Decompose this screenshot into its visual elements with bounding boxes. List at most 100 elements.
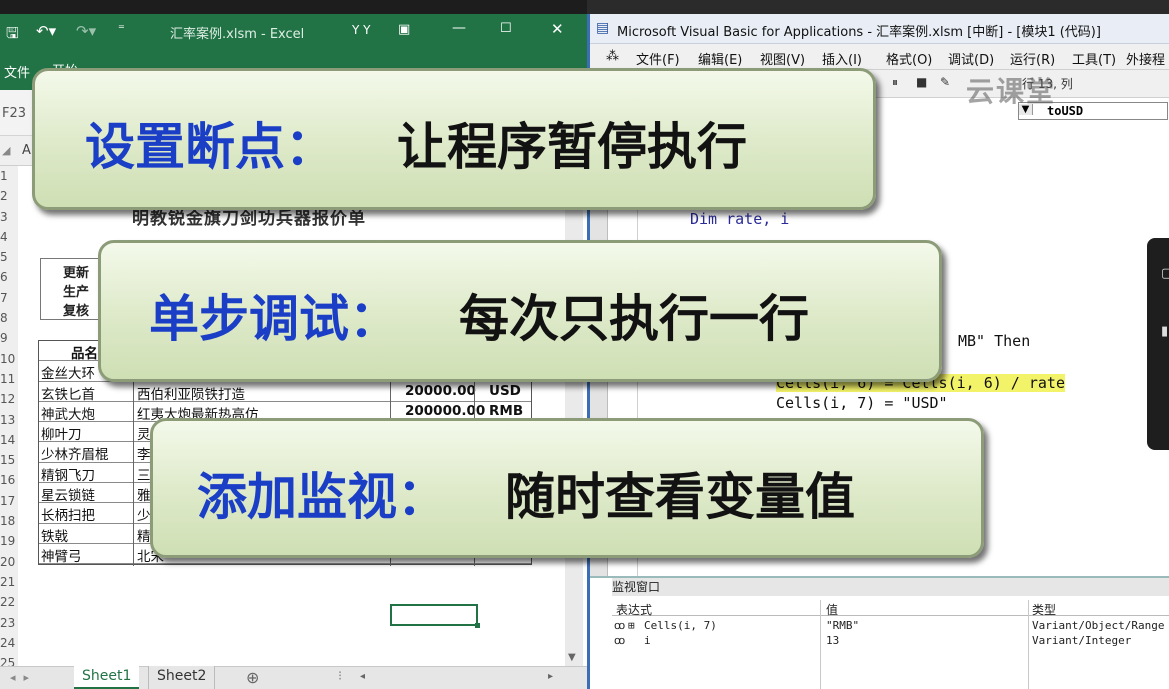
table-cell-desc[interactable]: 雅 (137, 484, 151, 504)
row-number[interactable]: 5 (0, 247, 18, 268)
table-cell-name[interactable]: 神武大炮 (41, 403, 95, 423)
row-number[interactable]: 1 (0, 166, 18, 187)
table-cell-name[interactable]: 玄铁匕首 (41, 383, 95, 403)
table-cell-name[interactable]: 柳叶刀 (41, 423, 82, 443)
tab-file[interactable]: 文件 (4, 62, 30, 81)
table-cell-desc[interactable]: 三 (137, 464, 151, 484)
hscroll-left-icon[interactable]: ◂ (360, 671, 365, 682)
watch-value: 13 (826, 634, 840, 647)
table-cell-name[interactable]: 星云锁链 (41, 484, 95, 504)
row-number[interactable]: 12 (0, 389, 18, 410)
minimize-icon[interactable]: — (452, 20, 466, 36)
vba-menu-item[interactable]: 调试(D) (948, 49, 994, 68)
ribbon-display-options-icon[interactable]: ▣ (398, 22, 410, 37)
table-cell-name[interactable]: 金丝大环 (41, 362, 95, 382)
table-cell-desc[interactable]: 灵 (137, 423, 151, 443)
row-number[interactable]: 11 (0, 368, 18, 390)
expand-plus-icon[interactable]: ⊞ (628, 619, 635, 632)
row-number[interactable]: 20 (0, 551, 18, 572)
table-row[interactable]: 玄铁匕首 西伯利亚陨铁打造 20000.00 USD (39, 382, 531, 403)
pause-icon[interactable]: ⏸ (892, 75, 898, 90)
row-number[interactable]: 19 (0, 531, 18, 552)
row-number[interactable]: 6 (0, 267, 18, 288)
stop-icon[interactable]: ■ (916, 75, 927, 89)
watch-value: "RMB" (826, 619, 860, 632)
table-cell-cur[interactable]: RMB (489, 403, 523, 419)
table-cell-name[interactable]: 精钢飞刀 (41, 464, 95, 484)
row-number[interactable]: 16 (0, 470, 18, 491)
table-cell-desc[interactable]: 李 (137, 443, 151, 463)
sheet-nav-arrows-icon[interactable]: ◂▸ (10, 671, 37, 684)
row-number[interactable]: 18 (0, 511, 18, 532)
row-number[interactable]: 8 (0, 308, 18, 329)
redo-icon[interactable]: ↷▾ (76, 22, 96, 40)
vba-menu-item[interactable]: 文件(F) (636, 49, 680, 68)
hscroll-right-icon[interactable]: ▸ (548, 671, 553, 682)
side-floating-panel[interactable]: ▢ ▮ (1147, 238, 1169, 450)
vba-menu-item[interactable]: 工具(T) (1072, 49, 1116, 68)
undo-icon[interactable]: ↶▾ (36, 22, 56, 40)
row-number[interactable]: 9 (0, 328, 18, 349)
watch-row[interactable]: ꝏ i 13 Variant/Integer (612, 633, 1169, 648)
table-cell-price[interactable]: 20000.00 (405, 383, 476, 399)
row-number[interactable]: 13 (0, 409, 18, 430)
watch-col-type[interactable]: 类型 (1032, 601, 1056, 618)
table-cell-name[interactable]: 少林齐眉棍 (41, 443, 109, 463)
table-cell-name[interactable]: 长柄扫把 (41, 504, 95, 524)
row-number[interactable]: 21 (0, 571, 18, 593)
row-number[interactable]: 23 (0, 612, 18, 633)
quick-access-dropdown-icon[interactable]: ⁼ (118, 22, 125, 37)
save-icon[interactable]: 🖫 (6, 23, 19, 48)
user-name[interactable]: Y Y (352, 23, 370, 37)
name-box[interactable]: F23 (0, 106, 26, 121)
row-number[interactable]: 4 (0, 226, 18, 248)
scroll-down-icon[interactable]: ▼ (568, 652, 576, 663)
row-number[interactable]: 10 (0, 348, 18, 369)
watch-col-expression[interactable]: 表达式 (616, 601, 652, 618)
table-cell-desc[interactable]: 精 (137, 525, 151, 545)
callout-step-debug: 单步调试： 每次只执行一行 (98, 240, 942, 382)
tab-sheet2[interactable]: Sheet2 (148, 666, 216, 689)
close-icon[interactable]: ✕ (551, 20, 564, 38)
design-mode-icon[interactable]: ✎ (940, 75, 950, 89)
table-cell-name[interactable]: 神臂弓 (41, 545, 82, 565)
vba-menu-item[interactable]: 外接程 (1126, 49, 1165, 68)
table-cell-cur[interactable]: USD (489, 383, 521, 399)
add-sheet-icon[interactable]: ⊕ (246, 668, 259, 687)
table-cell-desc[interactable]: 西伯利亚陨铁打造 (137, 383, 245, 403)
watch-window-title[interactable]: 监视窗口 (612, 578, 1169, 596)
code-line-dim[interactable]: Dim rate, i (690, 210, 789, 228)
row-number[interactable]: 22 (0, 592, 18, 613)
panel-icon[interactable]: ▮ (1161, 324, 1168, 339)
code-line-if[interactable]: MB" Then (958, 332, 1030, 350)
table-cell-desc[interactable]: 少 (137, 504, 151, 524)
panel-icon[interactable]: ▢ (1161, 266, 1169, 281)
watch-col-value[interactable]: 值 (826, 601, 838, 618)
tab-split-handle-icon[interactable]: ⁝ (338, 669, 342, 684)
vba-menu-item[interactable]: 格式(O) (886, 49, 932, 68)
select-all-icon[interactable]: ◢ (2, 144, 10, 157)
code-line-usd[interactable]: Cells(i, 7) = "USD" (776, 394, 948, 412)
vba-menu-item[interactable]: 视图(V) (760, 49, 805, 68)
row-number-column: 1 2 3 4 5 6 7 8 9 10 11 12 13 14 15 16 17 18 19 20 21 22 23 24 2… (0, 166, 18, 674)
callout-text: 随时查看变量值 (505, 468, 855, 526)
row-number[interactable]: 3 (0, 206, 18, 227)
vba-menu-item[interactable]: 编辑(E) (698, 49, 742, 68)
row-number[interactable]: 7 (0, 287, 18, 309)
callout-key: 设置断点： (85, 118, 335, 176)
info-label-review: 复核 (63, 304, 90, 319)
row-number[interactable]: 15 (0, 450, 18, 471)
tab-sheet1[interactable]: Sheet1 (74, 666, 140, 689)
watch-row[interactable]: ꝏ ⊞ Cells(i, 7) "RMB" Variant/Object/Ran… (612, 618, 1169, 633)
selected-cell-f23[interactable] (390, 604, 480, 628)
row-number[interactable]: 24 (0, 632, 18, 654)
row-number[interactable]: 17 (0, 490, 18, 512)
watch-window: 监视窗口 表达式 值 类型 ꝏ ⊞ Cells(i, 7) "RMB" Vari… (590, 576, 1169, 689)
vba-menu-item[interactable]: 插入(I) (822, 49, 862, 68)
row-number[interactable]: 2 (0, 186, 18, 207)
table-cell-name[interactable]: 铁戟 (41, 525, 68, 545)
row-number[interactable]: 14 (0, 429, 18, 451)
maximize-icon[interactable]: ☐ (500, 21, 512, 36)
vba-menu-item[interactable]: 运行(R) (1010, 49, 1055, 68)
column-header-a[interactable]: A (22, 143, 31, 158)
